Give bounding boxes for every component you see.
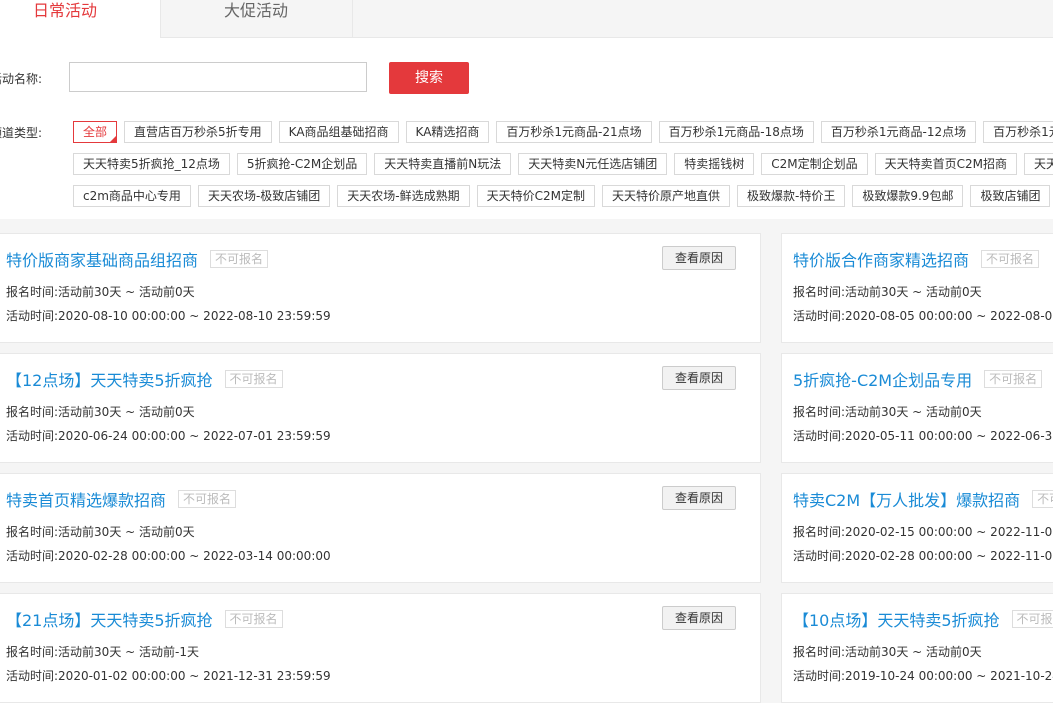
channel-chip[interactable]: c2m商品中心专用: [73, 185, 191, 207]
channel-chip-row-1: 全部 直营店百万秒杀5折专用 KA商品组基础招商 KA精选招商 百万秒杀1元商品-21点…: [73, 121, 1053, 143]
signup-time-value: 活动前30天 ~ 活动前0天: [845, 405, 982, 419]
activity-time-value: 2020-06-24 00:00:00 ~ 2022-07-01 23:59:5…: [58, 429, 331, 443]
signup-time-value: 活动前30天 ~ 活动前0天: [58, 285, 195, 299]
status-badge: 不可报名: [1011, 610, 1053, 628]
channel-chip[interactable]: 天天特卖5折疯抢_12点场: [73, 153, 230, 175]
activity-time-value: 2020-02-28 00:00:00 ~ 2022-11-01 0: [845, 549, 1053, 563]
filter-panel: 活动名称: 搜索 频道类型: 全部直营店百万秒杀5折专用 KA商品组基础招商 KA精…: [0, 38, 1053, 219]
channel-chip[interactable]: 天天农场-鲜选成熟期: [337, 185, 470, 207]
channel-chip[interactable]: 天天农场-极致店铺团: [197, 185, 331, 207]
signup-time-value: 活动前30天 ~ 活动前0天: [58, 405, 195, 419]
tab-promotion-activity[interactable]: 大促活动: [160, 0, 353, 37]
signup-time-label: 报名时间:: [793, 645, 846, 659]
channel-chip[interactable]: 天天特卖首页C2M招商: [874, 153, 1017, 175]
activity-title-link[interactable]: 特价版商家基础商品组招商: [6, 251, 198, 270]
channel-chip[interactable]: 极致爆款9.9包邮: [852, 185, 964, 207]
channel-chip[interactable]: 百万秒杀1元商品-12点场: [820, 121, 977, 143]
channel-chip[interactable]: 天天特卖N元任选店铺团: [518, 153, 668, 175]
channel-chip-row-2: 天天特卖5折疯抢_12点场 5折疯抢-C2M企划品 天天特卖直播前N玩法 天天特卖N元…: [73, 153, 1053, 175]
activity-card: 特卖首页精选爆款招商 不可报名 查看原因 报名时间:活动前30天 ~ 活动前0天 …: [0, 473, 761, 583]
status-badge: 不可报名: [981, 250, 1040, 268]
channel-chip[interactable]: 极致店铺团: [970, 185, 1051, 207]
activity-time-label: 活动时间:: [6, 669, 59, 683]
status-badge: 不可报名: [1032, 490, 1053, 508]
channel-chip[interactable]: 百万秒杀1元商品-18点场: [658, 121, 814, 143]
signup-time-label: 报名时间:: [6, 525, 59, 539]
activity-time-label: 活动时间:: [6, 429, 59, 443]
activity-time-label: 活动时间:: [6, 549, 59, 563]
view-reason-button[interactable]: 查看原因: [662, 246, 736, 270]
activity-title-link[interactable]: 【21点场】天天特卖5折疯抢: [6, 611, 213, 630]
signup-time-label: 报名时间:: [793, 285, 846, 299]
channel-chip[interactable]: C2M定制企划品: [761, 153, 868, 175]
channel-chip-row-3: c2m商品中心专用 天天农场-极致店铺团 天天农场-鲜选成熟期 天天特价C2M定制 天天…: [73, 185, 1053, 207]
signup-time-label: 报名时间:: [793, 525, 846, 539]
signup-time-value: 活动前30天 ~ 活动前0天: [58, 525, 195, 539]
activity-time-value: 2020-08-05 00:00:00 ~ 2022-08-05 2: [845, 309, 1053, 323]
signup-time-label: 报名时间:: [6, 405, 59, 419]
activity-name-label: 活动名称:: [0, 72, 43, 86]
signup-time-value: 活动前30天 ~ 活动前0天: [845, 285, 982, 299]
channel-type-label: 频道类型:: [0, 126, 43, 140]
signup-time-value: 活动前30天 ~ 活动前-1天: [58, 645, 199, 659]
channel-chip[interactable]: 百万秒杀1元商: [983, 121, 1053, 143]
activity-time-value: 2019-10-24 00:00:00 ~ 2021-10-24 0: [845, 669, 1053, 683]
signup-time-label: 报名时间:: [6, 285, 59, 299]
activity-card: 特价版商家基础商品组招商 不可报名 查看原因 报名时间:活动前30天 ~ 活动前0…: [0, 233, 761, 343]
activity-card: 【12点场】天天特卖5折疯抢 不可报名 查看原因 报名时间:活动前30天 ~ 活动…: [0, 353, 761, 463]
channel-chip-all[interactable]: 全部: [73, 121, 118, 143]
channel-chip[interactable]: 特卖摇钱树: [674, 153, 755, 175]
channel-chip[interactable]: 天天特价原产地直供: [602, 185, 731, 207]
activity-card: 特卖C2M【万人批发】爆款招商不可报名 报名时间:2020-02-15 00:0…: [781, 473, 1053, 583]
activity-title-link[interactable]: 特价版合作商家精选招商: [793, 251, 969, 270]
activity-title-link[interactable]: 5折疯抢-C2M企划品专用: [793, 371, 972, 390]
tab-bar: 日常活动 大促活动: [0, 0, 1053, 38]
activity-title-link[interactable]: 特卖首页精选爆款招商: [6, 491, 166, 510]
signup-time-value: 2020-02-15 00:00:00 ~ 2022-11-01 0: [845, 525, 1053, 539]
activity-card: 【10点场】天天特卖5折疯抢不可报名 报名时间:活动前30天 ~ 活动前0天 活…: [781, 593, 1053, 703]
activity-title-link[interactable]: 【10点场】天天特卖5折疯抢: [793, 611, 1000, 630]
channel-chip[interactable]: 5折疯抢-C2M企划品: [236, 153, 368, 175]
channel-chip[interactable]: 天天特价C2M定制: [476, 185, 595, 207]
signup-time-label: 报名时间:: [6, 645, 59, 659]
channel-chip[interactable]: KA精选招商: [405, 121, 490, 143]
channel-chip[interactable]: KA商品组基础招商: [278, 121, 399, 143]
activity-card: 【21点场】天天特卖5折疯抢 不可报名 查看原因 报名时间:活动前30天 ~ 活动…: [0, 593, 761, 703]
activity-card: 5折疯抢-C2M企划品专用 不可报名 报名时间:活动前30天 ~ 活动前0天 活动…: [781, 353, 1053, 463]
channel-chip[interactable]: 天天特卖: [1023, 153, 1053, 175]
activity-time-value: 2020-01-02 00:00:00 ~ 2021-12-31 23:59:5…: [58, 669, 331, 683]
signup-time-label: 报名时间:: [793, 405, 846, 419]
status-badge: 不可报名: [178, 490, 237, 508]
activity-time-label: 活动时间:: [793, 669, 846, 683]
activity-time-value: 2020-08-10 00:00:00 ~ 2022-08-10 23:59:5…: [58, 309, 331, 323]
activity-time-label: 活动时间:: [793, 429, 846, 443]
activity-time-value: 2020-02-28 00:00:00 ~ 2022-03-14 00:00:0…: [58, 549, 331, 563]
search-button[interactable]: 搜索: [389, 62, 469, 94]
view-reason-button[interactable]: 查看原因: [662, 606, 736, 630]
view-reason-button[interactable]: 查看原因: [662, 366, 736, 390]
status-badge: 不可报名: [224, 610, 283, 628]
signup-time-value: 活动前30天 ~ 活动前0天: [845, 645, 982, 659]
channel-chip[interactable]: 百万秒杀1元商品-21点场: [496, 121, 652, 143]
channel-chip[interactable]: 天天特卖直播前N玩法: [374, 153, 512, 175]
activity-title-link[interactable]: 特卖C2M【万人批发】爆款招商: [793, 491, 1020, 510]
channel-chip[interactable]: 直营店百万秒杀5折专用: [124, 121, 272, 143]
activity-name-input[interactable]: [69, 62, 367, 92]
view-reason-button[interactable]: 查看原因: [662, 486, 736, 510]
activity-time-value: 2020-05-11 00:00:00 ~ 2022-06-30 2: [845, 429, 1053, 443]
activity-time-label: 活动时间:: [6, 309, 59, 323]
status-badge: 不可报名: [210, 250, 269, 268]
tab-daily-activity[interactable]: 日常活动: [0, 0, 161, 38]
status-badge: 不可报名: [984, 370, 1043, 388]
status-badge: 不可报名: [224, 370, 283, 388]
activity-time-label: 活动时间:: [793, 309, 846, 323]
activity-time-label: 活动时间:: [793, 549, 846, 563]
activity-card: 特价版合作商家精选招商 不可报名 报名时间:活动前30天 ~ 活动前0天 活动时间…: [781, 233, 1053, 343]
activity-title-link[interactable]: 【12点场】天天特卖5折疯抢: [6, 371, 213, 390]
channel-chip[interactable]: 极致爆款-特价王: [737, 185, 846, 207]
